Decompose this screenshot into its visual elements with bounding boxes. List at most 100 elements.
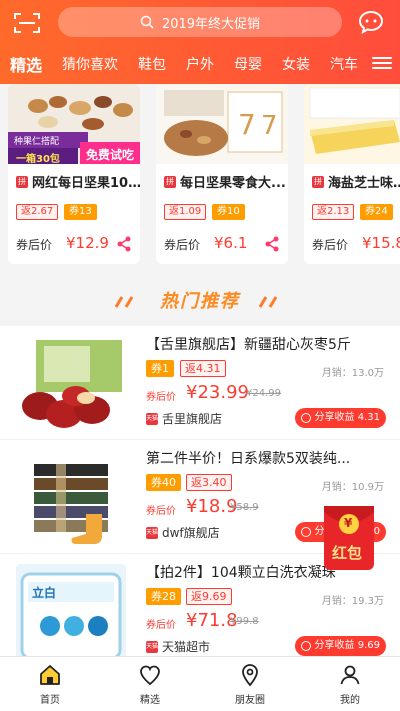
shop-name: 天猫 dwf旗舰店 (146, 524, 220, 541)
share-earnings-button[interactable]: 分享收益 4.31 (294, 408, 386, 428)
original-price: ¥24.99 (246, 388, 281, 399)
search-bar[interactable]: 2019年终大促销 (58, 7, 342, 37)
product-card[interactable]: 种果仁搭配 一箱30包 免费试吃 拼 网红每日坚果10... 返2.67 券13… (8, 84, 140, 264)
tmall-icon: 天猫 (146, 412, 158, 425)
price: ¥23.99 (186, 382, 249, 403)
banner-free-trial: 免费试吃 (86, 148, 135, 162)
nav-label: 精选 (140, 695, 160, 706)
product-strip[interactable]: 种果仁搭配 一箱30包 免费试吃 拼 网红每日坚果10... 返2.67 券13… (0, 84, 400, 272)
shop-label: 舌里旗舰店 (162, 412, 223, 426)
decor-slash-icon (258, 296, 278, 308)
svg-text:7: 7 (261, 111, 278, 141)
product-title: 海盐芝士味蛋糕 (328, 176, 400, 191)
nav-home[interactable]: 首页 (0, 657, 100, 711)
product-title: 【舌里旗舰店】新疆甜心灰枣5斤 (146, 337, 351, 353)
after-coupon-label: 券后价 (312, 238, 349, 252)
coupon-tag: 券10 (212, 204, 245, 220)
list-item[interactable]: 【舌里旗舰店】新疆甜心灰枣5斤 券1 返4.31 月销：13.0万 券后价 ¥2… (0, 326, 400, 440)
platform-badge: 拼 (312, 176, 324, 188)
product-title: 网红每日坚果10... (32, 176, 140, 191)
platform-badge: 拼 (16, 176, 28, 188)
shop-label: dwf旗舰店 (162, 526, 220, 540)
shop-name: 天猫 天猫超市 (146, 638, 210, 655)
tab-guess-you-like[interactable]: 猜你喜欢 (62, 54, 118, 74)
tab-auto[interactable]: 汽车 (330, 54, 358, 74)
share-earnings-button[interactable]: 分享收益 9.69 (294, 636, 386, 656)
nav-profile[interactable]: 我的 (300, 657, 400, 711)
user-icon (340, 665, 360, 685)
yuan-symbol: ¥ (344, 516, 353, 530)
section-title: 热门推荐 (160, 291, 240, 312)
search-icon (140, 15, 154, 29)
coupon-tag: 券13 (64, 204, 97, 220)
banner-text: 一箱30包 (16, 154, 60, 165)
tab-outdoor[interactable]: 户外 (186, 54, 214, 74)
red-packet-label: 红包 (332, 544, 363, 562)
monthly-sales: 月销：13.0万 (321, 368, 384, 379)
banner-text: 种果仁搭配 (14, 137, 60, 147)
tmall-icon: 天猫 (146, 526, 158, 539)
product-card[interactable]: 7 7 拼 每日坚果零食大... 返1.09 券10 券后价 ¥6.1 (156, 84, 288, 264)
coupon-tag: 券28 (146, 588, 181, 605)
price: ¥12.9 (66, 234, 109, 252)
nav-label: 我的 (340, 695, 360, 706)
home-icon (40, 665, 60, 685)
coupon-tag: 券24 (360, 204, 393, 220)
coupon-tag: 券40 (146, 474, 181, 491)
after-coupon-label: 券后价 (146, 392, 176, 403)
tab-womens[interactable]: 女装 (282, 54, 310, 74)
product-list[interactable]: 【舌里旗舰店】新疆甜心灰枣5斤 券1 返4.31 月销：13.0万 券后价 ¥2… (0, 326, 400, 656)
svg-text:7: 7 (238, 108, 256, 141)
decor-slash-icon (114, 296, 134, 308)
category-tabs: 精选 猜你喜欢 鞋包 户外 母婴 女装 汽车 (0, 48, 370, 80)
location-icon (242, 664, 258, 687)
product-image: 立白 (16, 564, 126, 656)
coupon-tag: 券1 (146, 360, 174, 377)
product-card[interactable]: 拼 海盐芝士味蛋糕 返2.13 券24 券后价 ¥15.8 (304, 84, 400, 264)
hot-section-header: 热门推荐 (0, 284, 400, 320)
after-coupon-label: 券后价 (146, 506, 176, 517)
menu-icon[interactable] (372, 54, 392, 72)
rebate-tag: 返3.40 (186, 474, 232, 491)
rebate-tag: 返9.69 (186, 588, 232, 605)
product-title: 每日坚果零食大... (180, 176, 286, 191)
message-icon[interactable] (358, 10, 384, 34)
after-coupon-label: 券后价 (146, 620, 176, 631)
nav-label: 朋友圈 (235, 695, 265, 706)
product-image (304, 84, 400, 164)
shop-label: 天猫超市 (162, 640, 211, 654)
heart-icon (140, 665, 160, 686)
tab-featured[interactable]: 精选 (10, 52, 42, 76)
product-image (16, 336, 126, 436)
price: ¥15.8 (362, 234, 400, 252)
product-image (16, 450, 126, 550)
nav-moments[interactable]: 朋友圈 (200, 657, 300, 711)
share-icon[interactable] (264, 236, 280, 252)
monthly-sales: 月销：10.9万 (321, 482, 384, 493)
rebate-tag: 返2.13 (312, 204, 355, 220)
product-image: 7 7 (156, 84, 288, 164)
rebate-tag: 返1.09 (164, 204, 207, 220)
bottom-nav: 首页 精选 朋友圈 我的 (0, 656, 400, 711)
rebate-tag: 返2.67 (16, 204, 59, 220)
shop-name: 天猫 舌里旗舰店 (146, 410, 222, 427)
top-header: 2019年终大促销 精选 猜你喜欢 鞋包 户外 母婴 女装 汽车 (0, 0, 400, 84)
monthly-sales: 月销：19.3万 (321, 596, 384, 607)
tab-shoes-bags[interactable]: 鞋包 (138, 54, 166, 74)
after-coupon-label: 券后价 (164, 238, 201, 252)
original-price: ¥58.9 (230, 502, 259, 513)
search-placeholder: 2019年终大促销 (161, 16, 261, 32)
nav-featured[interactable]: 精选 (100, 657, 200, 711)
tab-mother-baby[interactable]: 母婴 (234, 54, 262, 74)
scan-icon[interactable] (14, 12, 40, 34)
tmall-icon: 天猫 (146, 640, 158, 653)
platform-badge: 拼 (164, 176, 176, 188)
red-packet-button[interactable]: ¥ 红包 (320, 504, 378, 572)
nav-label: 首页 (40, 695, 60, 706)
original-price: ¥99.8 (230, 616, 259, 627)
svg-text:立白: 立白 (32, 585, 56, 600)
after-coupon-label: 券后价 (16, 238, 53, 252)
share-icon[interactable] (116, 236, 132, 252)
price: ¥6.1 (214, 234, 248, 252)
rebate-tag: 返4.31 (180, 360, 226, 377)
